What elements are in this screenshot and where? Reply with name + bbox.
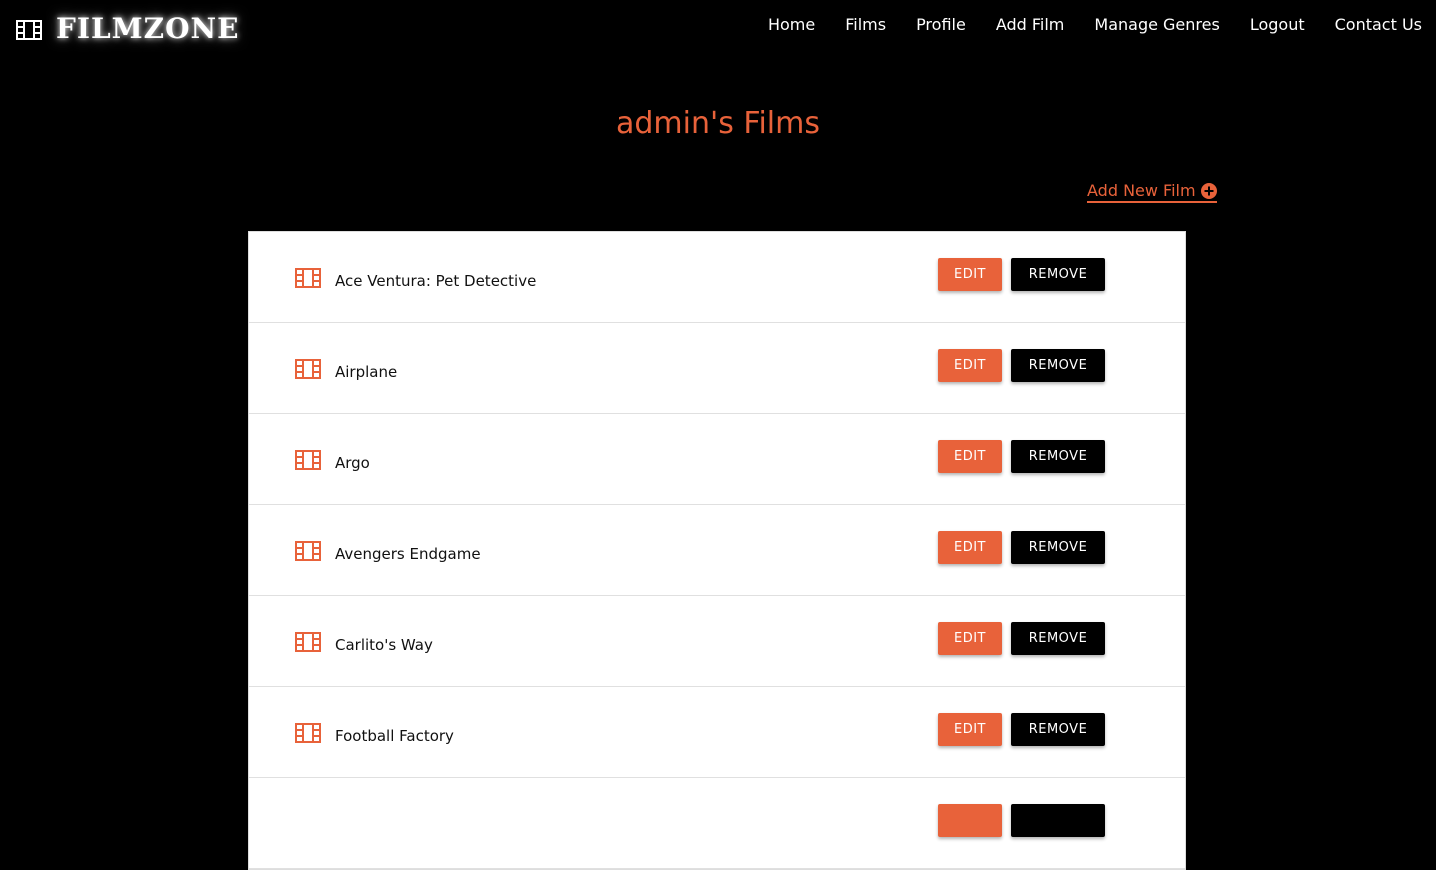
remove-button[interactable]: REMOVE xyxy=(1011,349,1105,382)
edit-button[interactable]: EDIT xyxy=(938,622,1002,655)
film-row xyxy=(249,778,1185,869)
film-row: Argo EDIT REMOVE xyxy=(249,414,1185,505)
remove-button[interactable] xyxy=(1011,804,1105,837)
add-new-film-link[interactable]: Add New Film xyxy=(1087,181,1217,203)
remove-button[interactable]: REMOVE xyxy=(1011,622,1105,655)
nav-profile[interactable]: Profile xyxy=(916,15,966,34)
nav-manage-genres[interactable]: Manage Genres xyxy=(1094,15,1219,34)
navbar: FILMZONE Home Films Profile Add Film Man… xyxy=(0,0,1436,56)
plus-circle-icon xyxy=(1200,182,1217,199)
film-icon xyxy=(295,359,321,379)
film-title: Carlito's Way xyxy=(335,636,433,654)
film-row: Football Factory EDIT REMOVE xyxy=(249,687,1185,778)
remove-button[interactable]: REMOVE xyxy=(1011,531,1105,564)
edit-button[interactable]: EDIT xyxy=(938,713,1002,746)
add-new-film-label: Add New Film xyxy=(1087,181,1196,200)
remove-button[interactable]: REMOVE xyxy=(1011,440,1105,473)
film-title: Airplane xyxy=(335,363,398,381)
remove-button[interactable]: REMOVE xyxy=(1011,713,1105,746)
edit-button[interactable]: EDIT xyxy=(938,440,1002,473)
film-icon xyxy=(295,723,321,743)
film-title: Avengers Endgame xyxy=(335,545,481,563)
brand-name: FILMZONE xyxy=(56,11,240,45)
edit-button[interactable] xyxy=(938,804,1002,837)
remove-button[interactable]: REMOVE xyxy=(1011,258,1105,291)
film-icon xyxy=(295,632,321,652)
nav-contact-us[interactable]: Contact Us xyxy=(1335,15,1422,34)
film-icon xyxy=(16,20,42,40)
nav-menu: Home Films Profile Add Film Manage Genre… xyxy=(768,15,1422,34)
film-icon xyxy=(295,541,321,561)
film-row: Airplane EDIT REMOVE xyxy=(249,323,1185,414)
film-list: Ace Ventura: Pet Detective EDIT REMOVE A… xyxy=(248,231,1186,870)
edit-button[interactable]: EDIT xyxy=(938,349,1002,382)
film-row: Carlito's Way EDIT REMOVE xyxy=(249,596,1185,687)
nav-home[interactable]: Home xyxy=(768,15,815,34)
film-icon xyxy=(295,450,321,470)
film-title: Ace Ventura: Pet Detective xyxy=(335,272,537,290)
edit-button[interactable]: EDIT xyxy=(938,531,1002,564)
film-row: Ace Ventura: Pet Detective EDIT REMOVE xyxy=(249,232,1185,323)
nav-logout[interactable]: Logout xyxy=(1250,15,1305,34)
page-title: admin's Films xyxy=(615,106,820,141)
brand-logo[interactable]: FILMZONE xyxy=(16,10,239,46)
film-title: Football Factory xyxy=(335,727,454,745)
nav-add-film[interactable]: Add Film xyxy=(996,15,1065,34)
edit-button[interactable]: EDIT xyxy=(938,258,1002,291)
film-row: Avengers Endgame EDIT REMOVE xyxy=(249,505,1185,596)
nav-films[interactable]: Films xyxy=(845,15,886,34)
film-title: Argo xyxy=(335,454,370,472)
film-icon xyxy=(295,268,321,288)
